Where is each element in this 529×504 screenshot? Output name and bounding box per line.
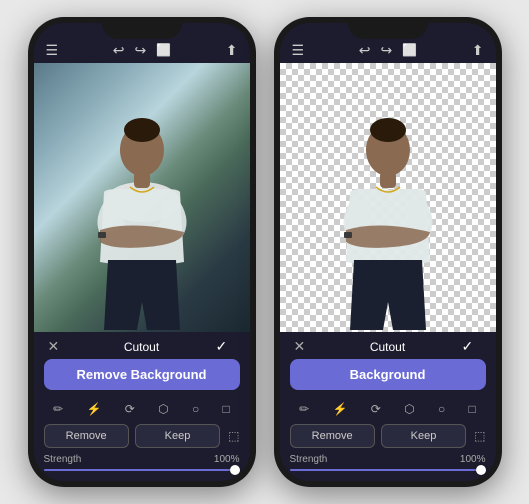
- strength-value-right: 100%: [460, 454, 486, 465]
- mask-icon-right[interactable]: ⬚: [474, 429, 485, 443]
- strength-row-right: Strength 100%: [290, 454, 486, 465]
- person-silhouette-right: [318, 102, 458, 332]
- confirm-icon-right[interactable]: ✓: [462, 338, 482, 355]
- save-icon-right[interactable]: ⬜: [402, 44, 417, 56]
- undo-icon-left[interactable]: ↩: [113, 43, 125, 57]
- strength-slider-right[interactable]: [290, 469, 486, 471]
- confirm-icon-left[interactable]: ✓: [216, 338, 236, 355]
- tools-row-right: ✏ ⚡ ⟳ ⬡ ○ □: [290, 398, 486, 424]
- save-icon-left[interactable]: ⬜: [156, 44, 171, 56]
- rect-icon-right[interactable]: □: [467, 400, 478, 418]
- cutout-label-right: Cutout: [314, 340, 462, 354]
- remove-button-left[interactable]: Remove: [44, 424, 129, 448]
- share-icon-right[interactable]: ⬆: [472, 43, 484, 57]
- keep-button-left[interactable]: Keep: [135, 424, 220, 448]
- close-icon-left[interactable]: ✕: [48, 338, 68, 355]
- background-button-right[interactable]: Background: [290, 359, 486, 390]
- undo-icon-right[interactable]: ↩: [359, 43, 371, 57]
- close-icon-right[interactable]: ✕: [294, 338, 314, 355]
- bottom-panel-right: ✕ Cutout ✓ Background ✏ ⚡ ⟳ ⬡ ○ □ Remove…: [280, 332, 496, 481]
- photo-area-right: [280, 63, 496, 332]
- circle-icon-right[interactable]: ○: [436, 400, 447, 418]
- cutout-label-left: Cutout: [68, 340, 216, 354]
- left-phone: ☰ ↩ ↪ ⬜ ⬆: [28, 17, 256, 487]
- strength-row-left: Strength 100%: [44, 454, 240, 465]
- keep-button-right[interactable]: Keep: [381, 424, 466, 448]
- brush-icon-left[interactable]: ✏: [51, 400, 65, 418]
- tools-row-left: ✏ ⚡ ⟳ ⬡ ○ □: [44, 398, 240, 424]
- topbar-right: ☰ ↩ ↪ ⬜ ⬆: [280, 23, 496, 63]
- shape-icon-right[interactable]: ⬡: [402, 400, 416, 418]
- share-icon-left[interactable]: ⬆: [226, 43, 238, 57]
- bottom-panel-left: ✕ Cutout ✓ Remove Background ✏ ⚡ ⟳ ⬡ ○ □…: [34, 332, 250, 481]
- remove-background-button-left[interactable]: Remove Background: [44, 359, 240, 390]
- remove-keep-row-right: Remove Keep ⬚: [290, 424, 486, 448]
- remove-keep-row-left: Remove Keep ⬚: [44, 424, 240, 448]
- strength-label-right: Strength: [290, 454, 328, 465]
- brush-icon-right[interactable]: ✏: [297, 400, 311, 418]
- strength-slider-left[interactable]: [44, 469, 240, 471]
- redo-icon-left[interactable]: ↪: [134, 43, 146, 57]
- photo-original: [34, 63, 250, 332]
- topbar-left: ☰ ↩ ↪ ⬜ ⬆: [34, 23, 250, 63]
- photo-transparent: [280, 63, 496, 332]
- menu-icon-left[interactable]: ☰: [46, 43, 59, 57]
- shape-icon-left[interactable]: ⬡: [156, 400, 170, 418]
- right-phone: ☰ ↩ ↪ ⬜ ⬆: [274, 17, 502, 487]
- strength-label-left: Strength: [44, 454, 82, 465]
- person-silhouette-left: [72, 102, 212, 332]
- photo-area-left: [34, 63, 250, 332]
- rect-icon-left[interactable]: □: [221, 400, 232, 418]
- redo-icon-right[interactable]: ↪: [380, 43, 392, 57]
- cutout-bar-right: ✕ Cutout ✓: [290, 332, 486, 359]
- menu-icon-right[interactable]: ☰: [292, 43, 305, 57]
- lasso-icon-right[interactable]: ⟳: [369, 400, 383, 418]
- circle-icon-left[interactable]: ○: [190, 400, 201, 418]
- lasso-icon-left[interactable]: ⟳: [123, 400, 137, 418]
- strength-value-left: 100%: [214, 454, 240, 465]
- remove-button-right[interactable]: Remove: [290, 424, 375, 448]
- mask-icon-left[interactable]: ⬚: [228, 429, 239, 443]
- cutout-bar-left: ✕ Cutout ✓: [44, 332, 240, 359]
- magic-icon-left[interactable]: ⚡: [85, 400, 104, 418]
- magic-icon-right[interactable]: ⚡: [331, 400, 350, 418]
